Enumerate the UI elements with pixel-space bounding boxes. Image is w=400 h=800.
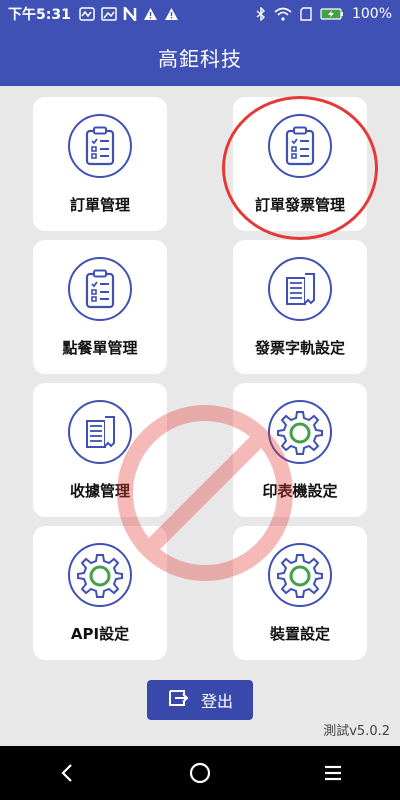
logout-button[interactable]: 登出 [147,680,253,720]
battery-icon [320,8,344,20]
gear-icon [268,542,332,607]
menu-label: 收據管理 [69,481,130,500]
clipboard-icon [68,113,132,178]
receipt-icon [68,399,132,464]
menu-label: 訂單發票管理 [254,195,345,214]
logout-label: 登出 [200,692,233,711]
n-icon [123,7,137,21]
system-nav-bar [0,746,400,800]
app-bar: 高鉅科技 [0,28,400,86]
warning-icon [143,7,158,21]
menu-label: 裝置設定 [269,624,330,643]
home-circle-icon [189,762,211,784]
menu-label: 發票字軌設定 [254,338,345,357]
warning-icon [164,7,179,21]
menu-label: 點餐單管理 [62,338,138,357]
voicemail-icon [79,7,95,21]
gear-icon [268,399,332,464]
system-icons: 100% [256,6,392,22]
wifi-icon [274,7,292,21]
logout-icon [167,688,189,712]
status-time: 下午5:31 [8,7,71,23]
version-label: 測試v5.0.2 [323,724,390,739]
clipboard-icon [268,113,332,178]
menu-lines-icon [325,765,342,781]
app-title: 高鉅科技 [158,46,242,71]
nav-menu-button[interactable] [303,753,363,793]
menu-card-meal-order[interactable]: 點餐單管理 [33,240,167,374]
sim-icon [300,7,312,21]
gear-icon [68,542,132,607]
nav-back-button[interactable] [37,753,97,793]
menu-label: 印表機設定 [262,481,338,500]
menu-card-device[interactable]: 裝置設定 [233,526,367,660]
menu-card-api[interactable]: API設定 [33,526,167,660]
image-icon [101,7,117,21]
battery-percent: 100% [351,6,392,22]
receipt-icon [268,256,332,321]
menu-card-printer[interactable]: 印表機設定 [233,383,367,517]
menu-card-receipt[interactable]: 收據管理 [33,383,167,517]
menu-label: 訂單管理 [69,195,130,214]
status-bar: 下午5:31 100% [0,0,400,28]
notification-icons [79,7,179,21]
nav-home-button[interactable] [170,753,230,793]
bluetooth-icon [256,7,266,21]
clipboard-icon [68,256,132,321]
menu-card-order-invoice[interactable]: 訂單發票管理 [233,97,367,231]
menu-card-order[interactable]: 訂單管理 [33,97,167,231]
back-arrow-icon [61,764,72,782]
menu-label: API設定 [70,624,130,643]
menu-card-invoice-track[interactable]: 發票字軌設定 [233,240,367,374]
